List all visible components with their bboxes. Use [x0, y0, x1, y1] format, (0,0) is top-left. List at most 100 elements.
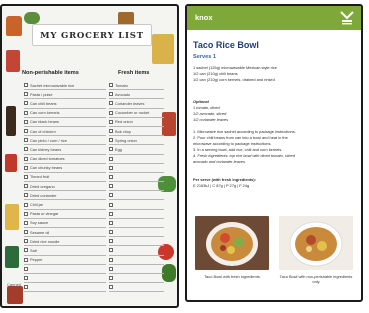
list-item [109, 182, 164, 192]
checkbox-icon[interactable] [24, 184, 28, 189]
recipe-card: knox Taco Rice Bowl Serves 1 1 sachet (1… [185, 4, 363, 302]
bottle-illustration [6, 106, 16, 136]
checkbox-icon[interactable] [24, 92, 28, 97]
list-item [109, 265, 164, 274]
list-item-label: Bok choy [115, 128, 132, 134]
list-item-label: Pasta / pulse [30, 91, 53, 97]
checkbox-icon[interactable] [109, 129, 113, 134]
checkbox-icon[interactable] [24, 156, 28, 161]
method-line: 4. Fresh ingredients: top rice bowl with… [193, 153, 295, 158]
list-item [109, 283, 164, 293]
list-item: Sachet microwavable rice [24, 81, 106, 91]
list-item: Cucumber or rocket [109, 109, 164, 118]
optional-line: 1/2 coriander leaves [193, 117, 229, 122]
list-item-label: Salt [30, 247, 37, 253]
checkbox-icon[interactable] [109, 83, 113, 88]
list-item [24, 265, 106, 274]
can-illustration [6, 50, 20, 72]
list-item-label: Egg [115, 146, 122, 152]
checkbox-icon[interactable] [24, 230, 28, 235]
checkbox-icon[interactable] [24, 239, 28, 244]
checkbox-icon[interactable] [24, 174, 28, 179]
checkbox-icon[interactable] [109, 230, 113, 235]
checkbox-icon[interactable] [109, 174, 113, 179]
checkbox-icon[interactable] [24, 193, 28, 198]
list-item: Tomato [109, 81, 164, 91]
fresh-items-list: Tomato Avocado Coriander leaves Cucumber or… [109, 81, 164, 293]
list-item [109, 200, 164, 210]
checkbox-icon[interactable] [24, 138, 28, 143]
list-item-label: Avocado [115, 91, 131, 97]
list-item: Can of chicken [24, 127, 106, 137]
can-illustration [152, 34, 174, 64]
list-item-label: Spring onion [115, 137, 137, 143]
checkbox-icon[interactable] [109, 239, 113, 244]
checkbox-icon[interactable] [109, 110, 113, 115]
checkbox-icon[interactable] [109, 220, 113, 225]
list-item: Coriander leaves [109, 99, 164, 109]
checkbox-icon[interactable] [24, 165, 28, 170]
list-item: Spring onion [109, 136, 164, 146]
checkbox-icon[interactable] [109, 266, 113, 271]
taco-bowl-fresh-photo [195, 216, 269, 270]
list-item: Chili jar [24, 200, 106, 210]
list-item-label: Can kidney beans [30, 146, 62, 152]
optional-line: 1/2 avocado, sliced [193, 111, 227, 116]
list-item-label: Can chunky beans [30, 165, 63, 171]
list-item: Pepper [24, 256, 106, 265]
list-item: Dried coriander [24, 191, 106, 201]
list-item: Can kidney beans [24, 145, 106, 155]
checkbox-icon[interactable] [109, 285, 113, 290]
checkbox-icon[interactable] [109, 165, 113, 170]
list-item-label: Can corn kernels [30, 110, 60, 116]
list-item-label: Cucumber or rocket [115, 110, 150, 116]
checkbox-icon[interactable] [24, 257, 28, 262]
brand-logo-icon [340, 11, 354, 25]
checkbox-icon[interactable] [24, 266, 28, 271]
checkbox-icon[interactable] [24, 202, 28, 207]
list-item: Can chunky beans [24, 164, 106, 173]
checkbox-icon[interactable] [109, 184, 113, 189]
grocery-list-card: MY GROCERY LIST Non-perishable items Fre… [0, 4, 179, 308]
checkbox-icon[interactable] [109, 138, 113, 143]
list-item [109, 173, 164, 183]
checkbox-icon[interactable] [24, 147, 28, 152]
checkbox-icon[interactable] [109, 156, 113, 161]
checkbox-icon[interactable] [109, 276, 113, 281]
list-item [109, 164, 164, 173]
optional-heading: Optional [193, 99, 209, 104]
checkbox-icon[interactable] [24, 285, 28, 290]
list-item-label: Tomato [115, 82, 128, 88]
ingredient-line: 1/2 can (210g) corn kernels, drained and… [193, 77, 275, 82]
list-item: Avocado [109, 90, 164, 100]
list-item-label: Can chili beans [30, 100, 57, 106]
list-item-label: Coriander leaves [115, 100, 145, 106]
brand-name: knox [195, 13, 213, 22]
checkbox-icon[interactable] [109, 119, 113, 124]
list-item [109, 228, 164, 238]
checkbox-icon[interactable] [24, 110, 28, 115]
checkbox-icon[interactable] [24, 276, 28, 281]
herb-illustration [24, 12, 40, 24]
checkbox-icon[interactable] [24, 129, 28, 134]
checkbox-icon[interactable] [109, 193, 113, 198]
list-item [109, 274, 164, 284]
checkbox-icon[interactable] [24, 119, 28, 124]
checkbox-icon[interactable] [109, 257, 113, 262]
checkbox-icon[interactable] [109, 211, 113, 216]
checkbox-icon[interactable] [109, 202, 113, 207]
checkbox-icon[interactable] [109, 147, 113, 152]
list-item: Dried rice noodle [24, 237, 106, 247]
checkbox-icon[interactable] [24, 220, 28, 225]
checkbox-icon[interactable] [24, 83, 28, 88]
checkbox-icon[interactable] [109, 92, 113, 97]
checkbox-icon[interactable] [24, 101, 28, 106]
checkbox-icon[interactable] [109, 248, 113, 253]
herb-illustration [162, 264, 176, 282]
checkbox-icon[interactable] [24, 248, 28, 253]
fresh-items-header: Fresh items [118, 70, 150, 76]
taco-bowl-non-perishable-photo [279, 216, 353, 270]
list-item [109, 237, 164, 247]
checkbox-icon[interactable] [109, 101, 113, 106]
checkbox-icon[interactable] [24, 211, 28, 216]
